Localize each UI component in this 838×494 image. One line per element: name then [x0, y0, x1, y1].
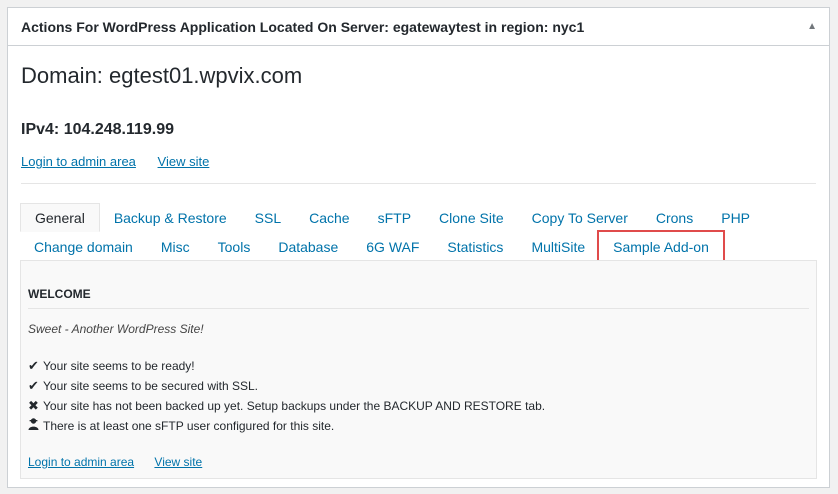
panel-title: Actions For WordPress Application Locate… — [21, 18, 585, 35]
tab-database[interactable]: Database — [264, 232, 352, 261]
list-item: ✔ Your site seems to be secured with SSL… — [26, 376, 545, 396]
domain-title: Domain: egtest01.wpvix.com — [21, 63, 303, 88]
status-text: Your site has not been backed up yet. Se… — [43, 399, 546, 413]
list-item: ✖ Your site has not been backed up yet. … — [26, 396, 545, 416]
tabs-row-2: Change domain Misc Tools Database 6G WAF… — [20, 230, 725, 263]
ipv4-address: IPv4: 104.248.119.99 — [21, 121, 175, 138]
tab-statistics[interactable]: Statistics — [433, 232, 517, 261]
tab-copy-to-server[interactable]: Copy To Server — [518, 203, 642, 232]
view-site-link[interactable]: View site — [154, 455, 202, 469]
list-item: There is at least one sFTP user configur… — [26, 416, 545, 436]
tab-crons[interactable]: Crons — [642, 203, 707, 232]
caret-up-icon[interactable]: ▲ — [807, 21, 817, 32]
tab-clone-site[interactable]: Clone Site — [425, 203, 518, 232]
list-item: ✔ Your site seems to be ready! — [26, 356, 545, 376]
tab-php[interactable]: PHP — [707, 203, 764, 232]
status-text: Your site seems to be secured with SSL. — [43, 379, 259, 393]
tab-backup-restore[interactable]: Backup & Restore — [100, 203, 241, 232]
status-checklist: ✔ Your site seems to be ready! ✔ Your si… — [26, 356, 545, 436]
login-admin-link[interactable]: Login to admin area — [21, 154, 136, 169]
tab-content-panel: WELCOME Sweet - Another WordPress Site! … — [20, 260, 817, 479]
tab-multisite[interactable]: MultiSite — [517, 232, 599, 261]
login-admin-link[interactable]: Login to admin area — [28, 455, 134, 469]
tab-cache[interactable]: Cache — [295, 203, 363, 232]
user-secret-icon — [26, 416, 41, 436]
tab-misc[interactable]: Misc — [147, 232, 204, 261]
x-mark-icon: ✖ — [28, 398, 39, 413]
welcome-heading: WELCOME — [28, 287, 809, 309]
status-text: Your site seems to be ready! — [43, 359, 195, 373]
bottom-links: Login to admin area View site — [28, 455, 202, 469]
tab-change-domain[interactable]: Change domain — [20, 232, 147, 261]
status-text: There is at least one sFTP user configur… — [43, 419, 335, 433]
tab-general[interactable]: General — [20, 203, 100, 232]
tab-sample-add-on[interactable]: Sample Add-on — [597, 230, 725, 263]
actions-panel: Actions For WordPress Application Locate… — [7, 7, 830, 488]
tabs-row-1: General Backup & Restore SSL Cache sFTP … — [20, 203, 764, 232]
welcome-tagline: Sweet - Another WordPress Site! — [28, 322, 204, 336]
tab-tools[interactable]: Tools — [204, 232, 265, 261]
checkmark-icon: ✔ — [28, 358, 39, 373]
tab-6g-waf[interactable]: 6G WAF — [352, 232, 433, 261]
view-site-link[interactable]: View site — [158, 154, 210, 169]
panel-header: Actions For WordPress Application Locate… — [8, 8, 829, 46]
divider — [21, 183, 816, 184]
tab-sftp[interactable]: sFTP — [364, 203, 425, 232]
tab-ssl[interactable]: SSL — [241, 203, 295, 232]
top-links: Login to admin area View site — [21, 154, 209, 169]
checkmark-icon: ✔ — [28, 378, 39, 393]
